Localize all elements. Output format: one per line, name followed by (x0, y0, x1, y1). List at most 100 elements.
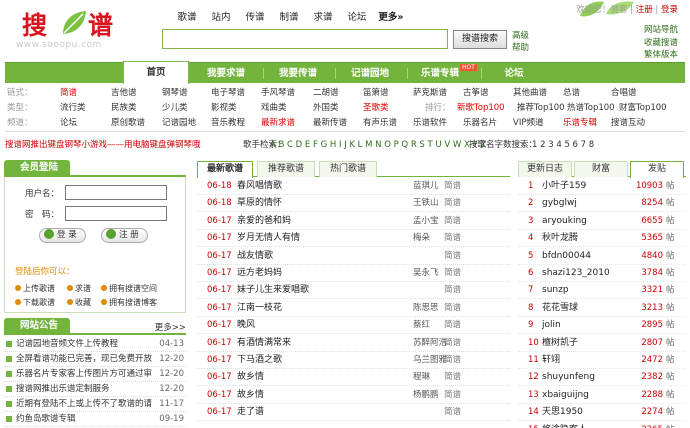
link-kids[interactable]: 少儿类 (162, 100, 188, 116)
rank-user[interactable]: 花花雪球 (542, 300, 578, 317)
ranking-row[interactable]: 9 jolin 2895 帖 (518, 317, 686, 335)
search-button[interactable]: 搜谱搜索 (453, 30, 507, 49)
help-link[interactable]: 帮助 (512, 42, 529, 54)
rank-recommend-top100[interactable]: 推荐Top100 (517, 100, 565, 116)
link-opera[interactable]: 戏曲类 (261, 100, 287, 116)
tab-latest-songs[interactable]: 最新歌谱 (197, 161, 253, 178)
song-title[interactable]: 有酒情满常来 (237, 335, 291, 352)
rank-user[interactable]: 旅途隐客人 (542, 422, 587, 428)
link-albums[interactable]: 乐谱专辑 (563, 115, 597, 131)
search-input[interactable] (162, 29, 448, 49)
link-pop[interactable]: 流行类 (60, 100, 86, 116)
site-nav-link[interactable]: 网站导航 (644, 24, 678, 37)
rank-user[interactable]: 小叶子159 (542, 178, 586, 195)
site-logo[interactable]: 搜 谱 www.sooopu.com (4, 4, 154, 54)
register-button[interactable]: 注 册 (101, 228, 148, 243)
login-link[interactable]: 登录 (661, 5, 678, 15)
notice-more-link[interactable]: 更多>> (155, 321, 186, 333)
notice-item[interactable]: 搜谱网推出乐谱定制服务 12-20 (4, 382, 186, 397)
rank-user[interactable]: shazi123_2010 (542, 265, 610, 282)
link-tutorial[interactable]: 音乐教程 (211, 115, 245, 131)
song-title[interactable]: 晚风 (237, 317, 255, 334)
link-flute[interactable]: 笛箫谱 (363, 85, 389, 101)
tab-posts[interactable]: 发贴 (630, 161, 684, 178)
notice-item[interactable]: 近期有登陆不上或上传不了歌谱的请 11-17 (4, 397, 186, 412)
notice-item[interactable]: 记谱园地音频文件上传教程 04-13 (4, 337, 186, 352)
singer-letter-index[interactable]: A B C D E F G H I J K L M N O P Q R S T … (270, 137, 486, 153)
song-row[interactable]: 06-17 战友情歌 简谱 (197, 248, 510, 265)
rank-hot-top100[interactable]: 热谱Top100 (567, 100, 615, 116)
song-title[interactable]: 故乡情 (237, 369, 264, 386)
song-row[interactable]: 06-17 走了谱 简谱 (197, 404, 510, 422)
link-piano[interactable]: 钢琴谱 (162, 85, 188, 101)
song-row[interactable]: 06-17 故乡情 杨鹏鹏 简谱 (197, 387, 510, 404)
link-other[interactable]: 其他曲谱 (513, 85, 547, 101)
register-link[interactable]: 注册 (636, 5, 653, 15)
topnav-songs[interactable]: 歌谱 (170, 9, 204, 23)
song-artist[interactable]: 蓝琪儿 (413, 178, 439, 195)
rank-user[interactable]: gybglwj (542, 195, 577, 212)
topnav-upload[interactable]: 传谱 (238, 9, 272, 23)
link-accordion[interactable]: 手风琴谱 (261, 85, 295, 101)
song-artist[interactable]: 梅朵 (413, 230, 430, 247)
tab-forum[interactable]: 论坛 (481, 63, 547, 84)
song-row[interactable]: 06-17 亲爱的爸和妈 孟小宝 简谱 (197, 213, 510, 230)
password-field[interactable] (65, 206, 167, 221)
link-vip[interactable]: VIP频道 (513, 115, 543, 131)
title-length-index[interactable]: 1 2 3 4 5 6 7 8 (532, 137, 594, 153)
rank-user[interactable]: shuyunfeng (542, 369, 595, 386)
link-guzheng[interactable]: 古筝谱 (463, 85, 489, 101)
song-title[interactable]: 草原的情怀 (237, 195, 282, 212)
rank-user[interactable]: 天思1950 (542, 404, 583, 421)
topnav-make[interactable]: 制谱 (272, 9, 306, 23)
topnav-forum[interactable]: 论坛 (340, 9, 374, 23)
song-artist[interactable]: 乌兰图雅 (413, 352, 447, 369)
song-artist[interactable]: 杨鹏鹏 (413, 387, 439, 404)
link-hymn[interactable]: 圣歌类 (363, 100, 389, 116)
rank-new-top100[interactable]: 新歌Top100 (457, 100, 505, 116)
traditional-link[interactable]: 繁体版本 (644, 49, 678, 62)
link-interaction[interactable]: 搜谱互动 (611, 115, 645, 131)
song-title[interactable]: 江南一枝花 (237, 300, 282, 317)
ranking-row[interactable]: 15旅途隐客人 2265帖 (518, 422, 686, 428)
song-artist[interactable]: 苏醉阿浩 (413, 335, 447, 352)
song-row[interactable]: 06-17 远方老妈妈 吴永飞 简谱 (197, 265, 510, 282)
song-artist[interactable]: 吴永飞 (413, 265, 439, 282)
song-row[interactable]: 06-18 春风唱情歌 蓝琪儿 简谱 (197, 178, 510, 195)
notice-item[interactable]: 全屏看谱功能已完善，现已免费开放 12-20 (4, 352, 186, 367)
tab-update-log[interactable]: 更新日志 (518, 161, 572, 177)
song-title[interactable]: 战友情歌 (237, 248, 273, 265)
link-garden[interactable]: 记谱园地 (162, 115, 196, 131)
ranking-row[interactable]: 7 sunzp 3321 帖 (518, 282, 686, 300)
song-artist[interactable]: 程琳 (413, 369, 430, 386)
tab-hot-songs[interactable]: 热门歌谱 (319, 161, 377, 177)
tab-upload[interactable]: 我要传谱 (263, 63, 333, 84)
ranking-row[interactable]: 6 shazi123_2010 3784 帖 (518, 265, 686, 282)
rank-user[interactable]: 轩翊 (542, 352, 560, 369)
link-latest-upload[interactable]: 最新传谱 (313, 115, 347, 131)
ranking-row[interactable]: 1 小叶子159 10903 帖 (518, 178, 686, 195)
login-button[interactable]: 登 录 (39, 228, 86, 243)
link-latest-request[interactable]: 最新求谱 (261, 115, 295, 131)
song-artist[interactable]: 陈思思 (413, 300, 439, 317)
ranking-row[interactable]: 10 檀树凯子 2807 帖 (518, 335, 686, 352)
song-title[interactable]: 下马酒之歌 (237, 352, 282, 369)
song-row[interactable]: 06-17 岁月无情人有情 梅朵 简谱 (197, 230, 510, 248)
link-guitar[interactable]: 吉他谱 (111, 85, 137, 101)
song-title[interactable]: 故乡情 (237, 387, 264, 404)
advanced-search-link[interactable]: 高级 (512, 30, 529, 42)
song-title[interactable]: 妹子儿生来爱唱歌 (237, 282, 309, 299)
ranking-row[interactable]: 13 xbaiguijng 2288 帖 (518, 387, 686, 404)
tab-garden[interactable]: 记谱园地 (335, 63, 405, 84)
link-erhu[interactable]: 二胡谱 (313, 85, 339, 101)
link-jianpu[interactable]: 简谱 (60, 85, 77, 101)
username-field[interactable] (65, 185, 167, 200)
tab-home[interactable]: 首页 (123, 61, 189, 84)
link-sax[interactable]: 萨克斯谱 (413, 85, 447, 101)
tab-recommended-songs[interactable]: 推荐歌谱 (257, 161, 315, 177)
link-instrument-card[interactable]: 乐器名片 (463, 115, 497, 131)
song-title[interactable]: 春风唱情歌 (237, 178, 282, 195)
ranking-row[interactable]: 3 aryouking 6655 帖 (518, 213, 686, 230)
link-foreign[interactable]: 外国类 (313, 100, 339, 116)
tab-wealth[interactable]: 财富 (574, 161, 628, 177)
